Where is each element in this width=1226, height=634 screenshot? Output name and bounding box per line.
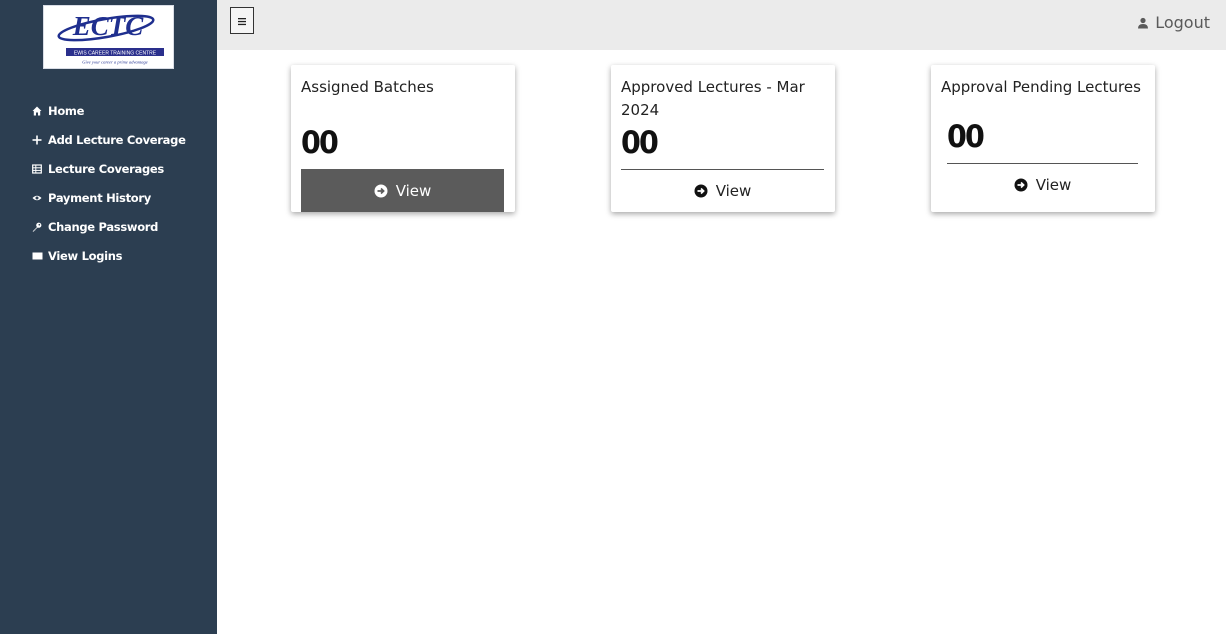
card-title: Assigned Batches bbox=[301, 78, 434, 96]
card-title: Approved Lectures - Mar 2024 bbox=[621, 78, 805, 119]
table-icon bbox=[31, 163, 43, 175]
plus-icon bbox=[31, 134, 43, 146]
card-count: 00 bbox=[301, 125, 339, 161]
sidebar-item-lecture-coverages[interactable]: Lecture Coverages bbox=[0, 154, 217, 183]
sidebar-item-label: View Logins bbox=[48, 248, 123, 263]
logout-label: Logout bbox=[1155, 13, 1210, 32]
dashboard-page: ECTC EWIS CAREER TRAINING CENTRE Give yo… bbox=[0, 0, 1226, 634]
card-divider bbox=[947, 163, 1138, 164]
sidebar: ECTC EWIS CAREER TRAINING CENTRE Give yo… bbox=[0, 0, 217, 634]
assigned-batches-card: Assigned Batches 00 View bbox=[291, 65, 515, 212]
sidebar-item-home[interactable]: Home bbox=[0, 96, 217, 125]
sidebar-item-label: Payment History bbox=[48, 190, 151, 205]
logo-graphic: ECTC EWIS CAREER TRAINING CENTRE Give yo… bbox=[57, 11, 164, 65]
sidebar-item-label: Lecture Coverages bbox=[48, 161, 164, 176]
home-icon bbox=[31, 105, 43, 117]
arrow-circle-right-icon bbox=[694, 184, 708, 198]
card-count: 00 bbox=[621, 125, 659, 161]
view-approved-lectures-button[interactable]: View bbox=[621, 179, 824, 203]
screen-icon bbox=[31, 250, 43, 262]
approved-lectures-card: Approved Lectures - Mar 2024 00 View bbox=[611, 65, 835, 212]
sidebar-item-view-logins[interactable]: View Logins bbox=[0, 241, 217, 270]
card-divider bbox=[621, 169, 824, 170]
arrow-circle-right-icon bbox=[374, 184, 388, 198]
menu-toggle-button[interactable] bbox=[230, 7, 254, 34]
topbar: Logout bbox=[217, 0, 1226, 50]
logo[interactable]: ECTC EWIS CAREER TRAINING CENTRE Give yo… bbox=[43, 5, 174, 69]
sidebar-item-payment-history[interactable]: Payment History bbox=[0, 183, 217, 212]
logo-name-text: EWIS CAREER TRAINING CENTRE bbox=[74, 51, 157, 57]
hamburger-icon bbox=[237, 11, 247, 30]
eye-icon bbox=[31, 192, 43, 204]
card-title: Approval Pending Lectures bbox=[941, 78, 1141, 96]
sidebar-item-label: Change Password bbox=[48, 219, 159, 234]
view-label: View bbox=[1035, 176, 1072, 194]
view-label: View bbox=[715, 182, 752, 200]
logo-tagline-text: Give your career a prime advantage bbox=[82, 60, 147, 65]
sidebar-item-label: Home bbox=[48, 103, 85, 118]
approval-pending-lectures-card: Approval Pending Lectures 00 View bbox=[931, 65, 1155, 212]
logout-button[interactable]: Logout bbox=[1137, 13, 1210, 32]
user-icon bbox=[1137, 17, 1149, 29]
view-assigned-batches-button[interactable]: View bbox=[301, 169, 504, 212]
sidebar-item-label: Add Lecture Coverage bbox=[48, 132, 186, 147]
card-count: 00 bbox=[947, 119, 985, 155]
view-approval-pending-lectures-button[interactable]: View bbox=[947, 173, 1138, 197]
view-label: View bbox=[395, 181, 432, 200]
logo-brand-text: ECTC bbox=[72, 11, 145, 41]
arrow-circle-right-icon bbox=[1014, 178, 1028, 192]
key-icon bbox=[31, 221, 43, 233]
sidebar-item-change-password[interactable]: Change Password bbox=[0, 212, 217, 241]
sidebar-nav: Home Add Lecture Coverage Lecture Covera… bbox=[0, 96, 217, 270]
sidebar-item-add-lecture-coverage[interactable]: Add Lecture Coverage bbox=[0, 125, 217, 154]
